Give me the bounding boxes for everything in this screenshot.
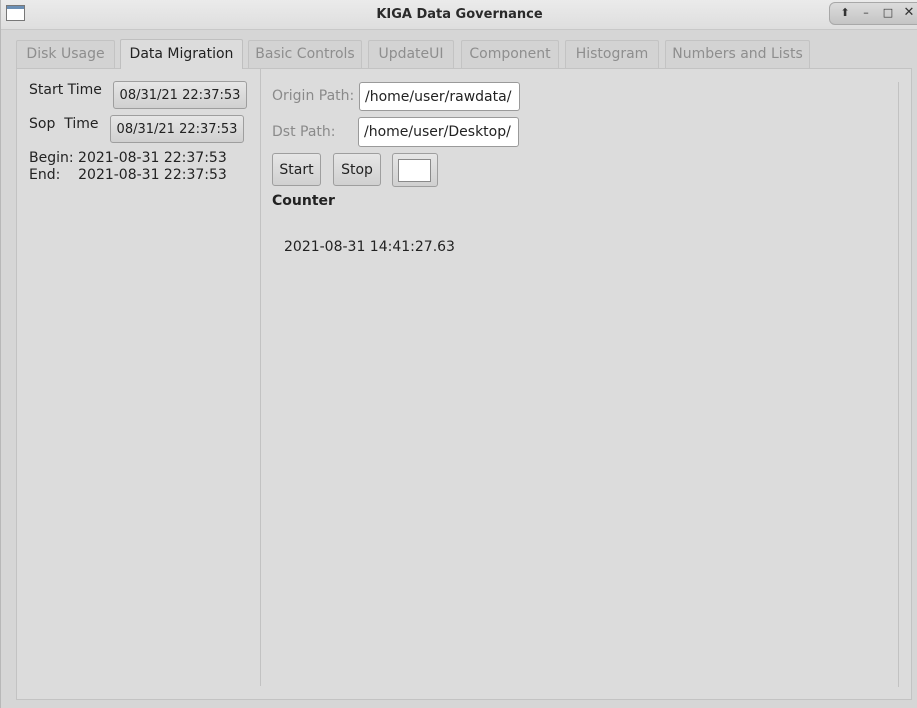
- origin-path-input[interactable]: [359, 82, 520, 111]
- stop-time-label: Sop Time: [29, 116, 99, 132]
- start-button[interactable]: Start: [272, 153, 321, 186]
- tab-numbers-and-lists[interactable]: Numbers and Lists: [665, 40, 810, 68]
- counter-value: 2021-08-31 14:41:27.63: [284, 239, 455, 255]
- title-bar: KIGA Data Governance ⬆︎ – □ ✕: [1, 0, 917, 30]
- time-panel: Start Time 08/31/21 22:37:53 Sop Time 08…: [17, 69, 261, 686]
- end-time-text: End: 2021-08-31 22:37:53: [29, 167, 227, 183]
- color-swatch-button[interactable]: [392, 153, 438, 187]
- window-controls: ⬆︎ – □ ✕: [829, 2, 917, 25]
- maximize-icon[interactable]: □: [881, 6, 895, 20]
- start-time-label: Start Time: [29, 82, 102, 98]
- tab-content: Start Time 08/31/21 22:37:53 Sop Time 08…: [16, 68, 912, 700]
- tab-basic-controls[interactable]: Basic Controls: [248, 40, 362, 68]
- tab-disk-usage[interactable]: Disk Usage: [16, 40, 115, 68]
- stop-button[interactable]: Stop: [333, 153, 381, 186]
- tab-data-migration[interactable]: Data Migration: [120, 39, 243, 69]
- up-icon[interactable]: ⬆︎: [838, 6, 852, 20]
- counter-title: Counter: [272, 193, 335, 209]
- dst-path-label: Dst Path:: [272, 124, 336, 140]
- tab-updateui[interactable]: UpdateUI: [368, 40, 454, 68]
- tab-histogram[interactable]: Histogram: [565, 40, 659, 68]
- dst-path-input[interactable]: [358, 117, 519, 147]
- tab-component[interactable]: Component: [461, 40, 559, 68]
- minimize-icon[interactable]: –: [859, 6, 873, 20]
- app-window: KIGA Data Governance ⬆︎ – □ ✕ Disk Usage…: [0, 0, 917, 708]
- panel-divider: [898, 82, 899, 687]
- begin-time-text: Begin: 2021-08-31 22:37:53: [29, 150, 227, 166]
- start-time-button[interactable]: 08/31/21 22:37:53: [113, 81, 247, 109]
- stop-time-button[interactable]: 08/31/21 22:37:53: [110, 115, 244, 143]
- close-icon[interactable]: ✕: [902, 6, 916, 20]
- color-swatch: [398, 159, 431, 182]
- origin-path-label: Origin Path:: [272, 88, 355, 104]
- window-title: KIGA Data Governance: [376, 7, 543, 22]
